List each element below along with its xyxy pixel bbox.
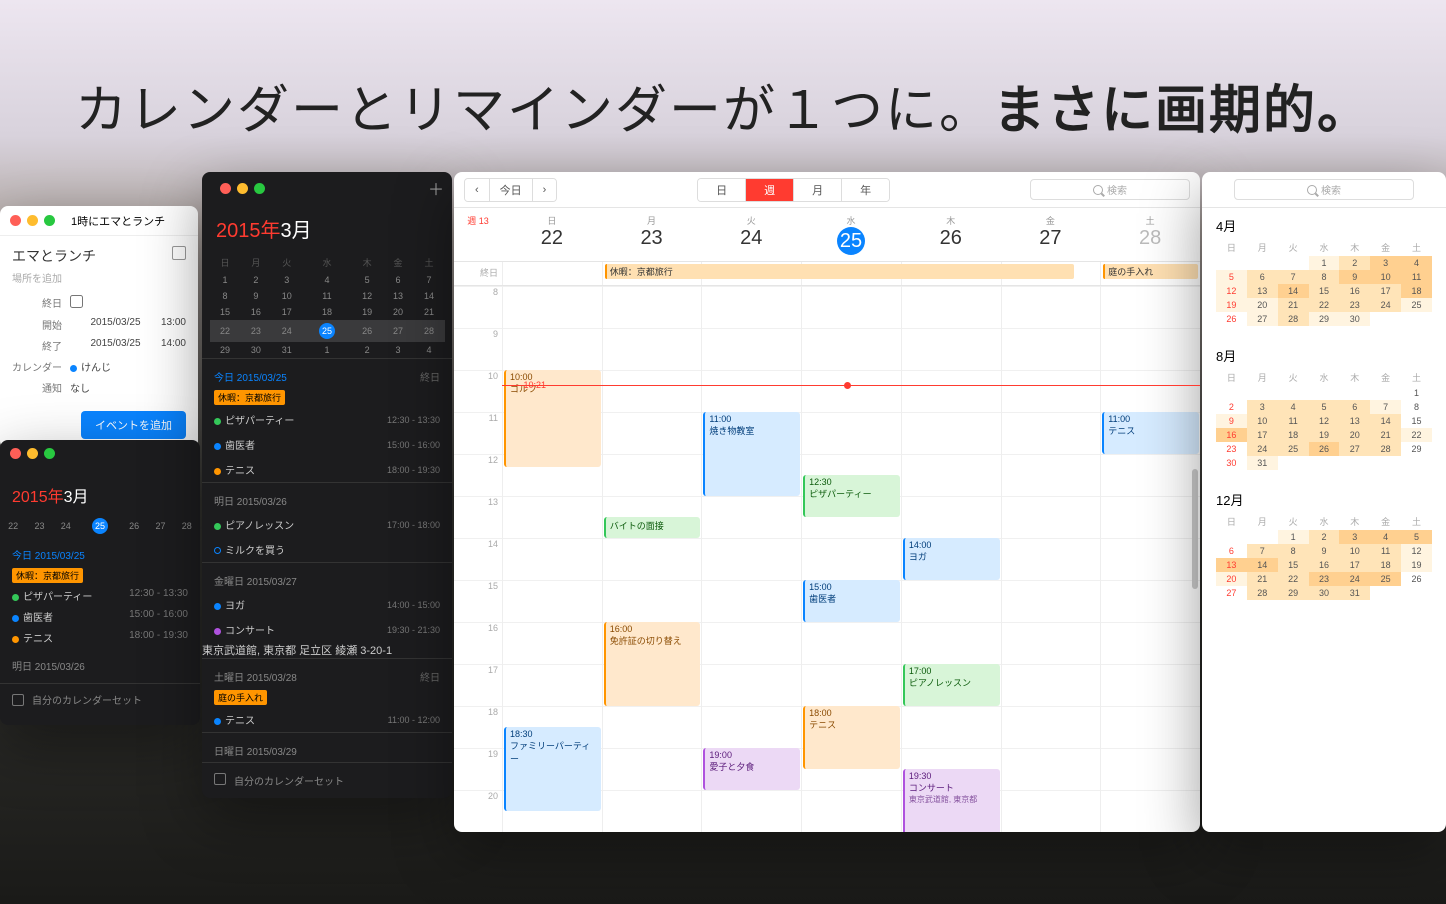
event-item[interactable]: ピザパーティー12:30 - 13:30 [0, 585, 200, 606]
event-item[interactable]: 歯医者15:00 - 16:00 [202, 432, 452, 457]
add-button[interactable]: ＋ [428, 176, 444, 200]
event-item[interactable]: ヨガ14:00 - 15:00 [202, 592, 452, 617]
day-column[interactable]: 11:00テニス [1100, 286, 1200, 832]
event-item[interactable]: コンサート19:30 - 21:30 [202, 617, 452, 642]
alert-select[interactable]: なし [70, 380, 186, 395]
event-title[interactable]: エマとランチ [12, 246, 96, 266]
view-日[interactable]: 日 [698, 179, 745, 201]
day-header[interactable]: 金27 [1001, 208, 1101, 261]
month-block[interactable]: 8月日月火水木金土1234567891011121314151617181920… [1216, 346, 1432, 470]
mini-calendar[interactable]: 22232425262728 [0, 515, 200, 537]
quick-entry-input[interactable] [65, 215, 198, 227]
end-time[interactable]: 14:00 [161, 338, 186, 353]
day-column[interactable]: 10:00ゴルフ18:30ファミリーパーティー [502, 286, 602, 832]
reminders-icon[interactable] [12, 694, 24, 706]
day-header: 明日 2015/03/26 [202, 482, 452, 512]
mini-calendar[interactable]: 日月火水木金土123456789101112131415161718192021… [210, 253, 445, 358]
year-view-window: 検索 4月日月火水木金土1234567891011121314151617181… [1202, 172, 1446, 832]
event-block[interactable]: 18:30ファミリーパーティー [504, 727, 601, 811]
event-block[interactable]: 18:00テニス [803, 706, 900, 769]
view-年[interactable]: 年 [841, 179, 889, 201]
day-header[interactable]: 水25 [801, 208, 901, 261]
day-column[interactable]: 12:30ピザパーティー 15:00歯医者 18:00テニス [801, 286, 901, 832]
calendar-set[interactable]: 自分のカレンダーセット [234, 773, 344, 788]
day-header[interactable]: 木26 [901, 208, 1001, 261]
day-header: 今日 2015/03/25終日 [202, 358, 452, 388]
event-editor-window: エマとランチ 場所を追加 終日 開始2015/03/2513:00 終了2015… [0, 206, 198, 449]
allday-checkbox[interactable] [70, 295, 83, 308]
event-block[interactable]: バイトの面接 [604, 517, 701, 538]
day-column[interactable]: バイトの面接 16:00免許証の切り替え [602, 286, 702, 832]
search-field[interactable]: 検索 [1234, 179, 1414, 200]
event-block[interactable]: 17:00ピアノレッスン [903, 664, 1000, 706]
month-block[interactable]: 12月日月火水木金土123456789101112131415161718192… [1216, 490, 1432, 600]
traffic-lights[interactable] [0, 207, 65, 234]
today-button[interactable]: 今日 [489, 179, 532, 201]
event-block[interactable]: 11:00テニス [1102, 412, 1199, 454]
traffic-lights[interactable] [0, 440, 200, 467]
event-item[interactable]: ミルクを買う [202, 537, 452, 562]
nav-group: ‹ 今日 › [464, 178, 557, 202]
allday-pill[interactable]: 庭の手入れ [214, 690, 267, 705]
calendar-set[interactable]: 自分のカレンダーセット [32, 692, 142, 707]
reminders-icon[interactable] [214, 773, 226, 785]
event-item[interactable]: テニス18:00 - 19:30 [202, 457, 452, 482]
allday-pill[interactable]: 休暇：京都旅行 [214, 390, 285, 405]
start-date[interactable]: 2015/03/25 [90, 317, 140, 332]
sidebar-window: ＋ 2015年3月 日月火水木金土12345678910111213141516… [202, 172, 452, 798]
end-date[interactable]: 2015/03/25 [90, 338, 140, 353]
start-time[interactable]: 13:00 [161, 317, 186, 332]
now-indicator: 10:21 [502, 385, 1200, 386]
day-header: 日曜日 2015/03/29 [202, 732, 452, 762]
today-header: 今日 2015/03/25 [0, 537, 200, 566]
search-field[interactable]: 検索 [1030, 179, 1190, 200]
month-block[interactable]: 4月日月火水木金土1234567891011121314151617181920… [1216, 216, 1432, 326]
view-週[interactable]: 週 [745, 179, 793, 201]
event-item[interactable]: ピアノレッスン17:00 - 18:00 [202, 512, 452, 537]
day-header[interactable]: 火24 [701, 208, 801, 261]
allday-event[interactable]: 休暇：京都旅行 [605, 264, 1075, 279]
allday-pill[interactable]: 休暇：京都旅行 [12, 568, 83, 583]
view-月[interactable]: 月 [793, 179, 841, 201]
event-item[interactable]: 歯医者15:00 - 16:00 [0, 606, 200, 627]
event-block[interactable]: 15:00歯医者 [803, 580, 900, 622]
search-icon [1093, 185, 1103, 195]
event-item[interactable]: ピザパーティー12:30 - 13:30 [202, 407, 452, 432]
event-item[interactable]: テニス18:00 - 19:30 [0, 627, 200, 648]
event-block[interactable]: 16:00免許証の切り替え [604, 622, 701, 706]
traffic-lights[interactable] [210, 175, 275, 202]
prev-button[interactable]: ‹ [465, 179, 489, 201]
allday-event[interactable]: 庭の手入れ [1103, 264, 1198, 279]
week-number: 週 13 [454, 208, 502, 261]
day-header: 土曜日 2015/03/28終日 [202, 658, 452, 688]
next-button[interactable]: › [532, 179, 557, 201]
calendar-icon [172, 246, 186, 260]
calendar-select[interactable]: けんじ [81, 363, 111, 374]
event-block[interactable]: 14:00ヨガ [903, 538, 1000, 580]
event-block[interactable]: 12:30ピザパーティー [803, 475, 900, 517]
event-block[interactable]: 11:00焼き物教室 [703, 412, 800, 496]
day-column[interactable] [1001, 286, 1101, 832]
day-header[interactable]: 土28 [1100, 208, 1200, 261]
add-event-button[interactable]: イベントを追加 [81, 411, 186, 439]
reminder-checkbox[interactable] [214, 547, 221, 554]
event-item[interactable]: テニス11:00 - 12:00 [202, 707, 452, 732]
day-header[interactable]: 日22 [502, 208, 602, 261]
scrollbar[interactable] [1192, 469, 1198, 589]
event-block[interactable]: 19:00愛子と夕食 [703, 748, 800, 790]
week-view-window: ‹ 今日 › 日週月年 検索 週 13日22月23火24水25木26金27土28… [454, 172, 1200, 832]
day-header[interactable]: 月23 [602, 208, 702, 261]
tagline: カレンダーとリマインダーが１つに。まさに画期的。 [0, 68, 1446, 143]
day-column[interactable]: 14:00ヨガ 17:00ピアノレッスン 19:30コンサート東京武道館, 東京都 [901, 286, 1001, 832]
location-field[interactable]: 場所を追加 [12, 270, 186, 285]
day-column[interactable]: 11:00焼き物教室 19:00愛子と夕食 [701, 286, 801, 832]
day-header: 金曜日 2015/03/27 [202, 562, 452, 592]
view-segmented: 日週月年 [697, 178, 890, 202]
mini-dark-window: 2015年3月 22232425262728 今日 2015/03/25 休暇：… [0, 440, 200, 725]
event-block[interactable]: 19:30コンサート東京武道館, 東京都 [903, 769, 1000, 832]
search-icon [1307, 185, 1317, 195]
